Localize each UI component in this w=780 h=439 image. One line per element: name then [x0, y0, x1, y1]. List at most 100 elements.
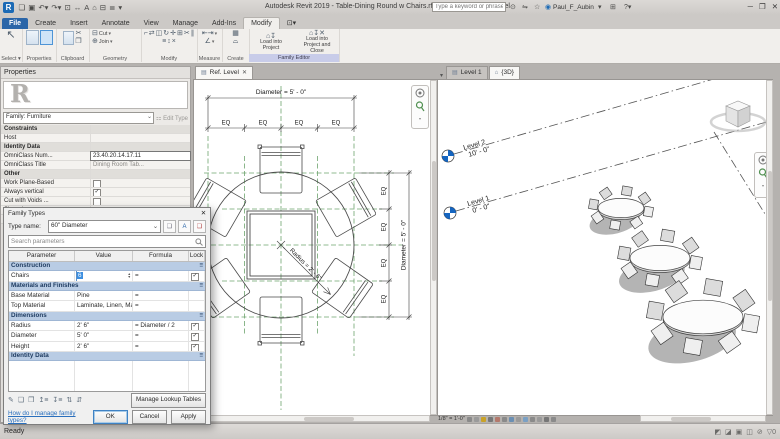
aligned-dimension-icon[interactable]: ⇤⇥: [202, 30, 214, 37]
scale-icon[interactable]: ↕: [167, 38, 171, 45]
exchange-apps-icon[interactable]: ⇋: [522, 3, 528, 11]
show-crop-icon[interactable]: [509, 417, 514, 422]
tab-manage[interactable]: Manage: [166, 18, 205, 29]
manage-lookup-tables-button[interactable]: Manage Lookup Tables: [131, 393, 206, 408]
search-parameters-input[interactable]: Search parameters: [8, 235, 206, 248]
close-view-icon[interactable]: ✕: [242, 67, 247, 79]
scale-label[interactable]: 1/8" = 1'-0": [438, 416, 465, 422]
apply-button[interactable]: Apply: [171, 410, 206, 424]
tab-file[interactable]: File: [2, 18, 28, 29]
3d-view-icon[interactable]: ⌂: [92, 3, 97, 12]
properties-header[interactable]: Properties: [1, 67, 190, 79]
measure-icon[interactable]: ↔: [74, 3, 82, 12]
tab-level-1[interactable]: ▤ Level 1: [446, 66, 488, 79]
table-header[interactable]: Parameter Value Formula Lock: [9, 251, 205, 262]
param-row-radius[interactable]: Radius 2' 6" = Diameter / 2: [9, 321, 205, 332]
edit-parameter-icon[interactable]: ✎: [8, 396, 14, 404]
tab-modify[interactable]: Modify: [243, 17, 280, 29]
pin-icon[interactable]: ≡: [162, 38, 166, 45]
plan-hscrollbar[interactable]: [193, 415, 430, 422]
align-icon[interactable]: ⌐: [144, 30, 148, 37]
properties-palette-icon[interactable]: [26, 30, 39, 45]
param-row-diameter[interactable]: Diameter 5' 0" =: [9, 331, 205, 342]
omniclass-number-value[interactable]: 23.40.20.14.17.11: [91, 152, 190, 160]
measure-tool-icon[interactable]: ∠: [205, 38, 211, 45]
detail-level-icon[interactable]: [467, 417, 472, 422]
mirror-icon[interactable]: ◫: [156, 30, 163, 37]
section-identity-data[interactable]: Identity Data≡: [9, 352, 205, 361]
customize-qat-icon[interactable]: ▾: [118, 3, 122, 12]
lock-3d-icon[interactable]: [516, 417, 521, 422]
level-1-label[interactable]: Level 1 0' - 0": [467, 195, 493, 216]
favorites-icon[interactable]: ☆: [534, 3, 540, 11]
navbar-caret-icon[interactable]: ▾: [419, 116, 421, 121]
press-drag-icon[interactable]: ◫: [746, 428, 753, 436]
delete-type-icon[interactable]: ❏: [193, 220, 206, 233]
rotate-icon[interactable]: ↻: [163, 30, 169, 37]
chairs-spinner[interactable]: 6▲▼: [77, 271, 132, 281]
crop-view-icon[interactable]: [502, 417, 507, 422]
sort-descending-icon[interactable]: ⇵: [76, 396, 82, 404]
app-store-icon[interactable]: ⊞: [610, 3, 616, 11]
family-types-icon[interactable]: [40, 30, 53, 45]
displacement-sets-icon[interactable]: [551, 417, 556, 422]
work-plane-based-checkbox[interactable]: [93, 180, 101, 187]
level-2-head[interactable]: [442, 150, 454, 162]
lock-checkbox[interactable]: [191, 273, 199, 281]
new-type-icon[interactable]: ❏: [163, 220, 176, 233]
param-row-height[interactable]: Height 2' 6" =: [9, 342, 205, 353]
component-icon[interactable]: ▦: [232, 30, 239, 37]
array-icon[interactable]: ⊞: [177, 30, 183, 37]
plan-canvas[interactable]: Diameter = 5' - 0" EQ EQ EQ EQ EQ EQ EQ …: [193, 79, 437, 416]
split-icon[interactable]: ✂: [184, 30, 190, 37]
param-row-top-material[interactable]: Top Material Laminate, Linen, Matte =: [9, 301, 205, 312]
undo-icon[interactable]: ↶▾: [38, 3, 48, 12]
temporary-view-properties-icon[interactable]: [537, 417, 542, 422]
zoom-icon[interactable]: [415, 101, 425, 113]
minimize-button[interactable]: ─: [748, 2, 753, 11]
paste-icon[interactable]: [63, 31, 74, 45]
join-geometry-icon[interactable]: ⊕: [92, 38, 98, 45]
design-options-icon[interactable]: ◪: [725, 428, 732, 436]
dialog-close-icon[interactable]: ✕: [201, 208, 206, 219]
rename-type-icon[interactable]: A: [178, 220, 191, 233]
search-go-icon[interactable]: ⊙: [510, 3, 516, 11]
view3d-vscrollbar[interactable]: [766, 80, 773, 415]
param-row-base-material[interactable]: Base Material Pine =: [9, 291, 205, 302]
family-selector[interactable]: Family: Furniture: [3, 112, 154, 124]
tab-3d[interactable]: ⌂ {3D}: [489, 66, 520, 79]
lock-checkbox[interactable]: [191, 344, 199, 352]
host-value[interactable]: [91, 134, 190, 142]
revit-logo[interactable]: R: [3, 2, 14, 13]
copy-icon[interactable]: ❐: [75, 38, 81, 45]
open-icon[interactable]: ❏: [19, 3, 26, 12]
help-icon[interactable]: ?▾: [624, 3, 631, 11]
view3d-hscrollbar[interactable]: [640, 415, 766, 422]
viewcube[interactable]: [711, 101, 765, 131]
close-button[interactable]: ✕: [772, 2, 778, 11]
user-menu-caret-icon[interactable]: ▾: [598, 3, 602, 11]
print-icon[interactable]: ⊡: [64, 3, 70, 12]
3d-tables[interactable]: [587, 186, 760, 372]
offset-icon[interactable]: ⇄: [149, 30, 155, 37]
section-construction[interactable]: Construction≡: [9, 262, 205, 271]
cancel-button[interactable]: Cancel: [132, 410, 167, 424]
steering-wheel-icon[interactable]: [415, 88, 425, 98]
shadows-icon[interactable]: [488, 417, 493, 422]
section-other[interactable]: Other: [1, 170, 91, 178]
text-icon[interactable]: A: [84, 3, 89, 12]
move-down-icon[interactable]: ↧≡: [52, 396, 62, 404]
redo-icon[interactable]: ↷▾: [51, 3, 61, 12]
tab-view[interactable]: View: [137, 18, 166, 29]
type-preview[interactable]: R: [3, 81, 188, 109]
edit-type-button[interactable]: ⚏ Edit Type: [156, 115, 188, 122]
param-row-chairs[interactable]: Chairs 6▲▼ =: [9, 271, 205, 282]
tab-addins[interactable]: Add-Ins: [205, 18, 243, 29]
tab-insert[interactable]: Insert: [63, 18, 95, 29]
reveal-hidden-icon[interactable]: [530, 417, 535, 422]
level-2-label[interactable]: Level 2 10' - 0": [463, 138, 491, 159]
trim-icon[interactable]: ∥: [191, 30, 195, 37]
modify-cursor-icon[interactable]: ↖: [6, 30, 15, 41]
delete-icon[interactable]: ×: [172, 38, 176, 45]
render-icon[interactable]: [495, 417, 500, 422]
